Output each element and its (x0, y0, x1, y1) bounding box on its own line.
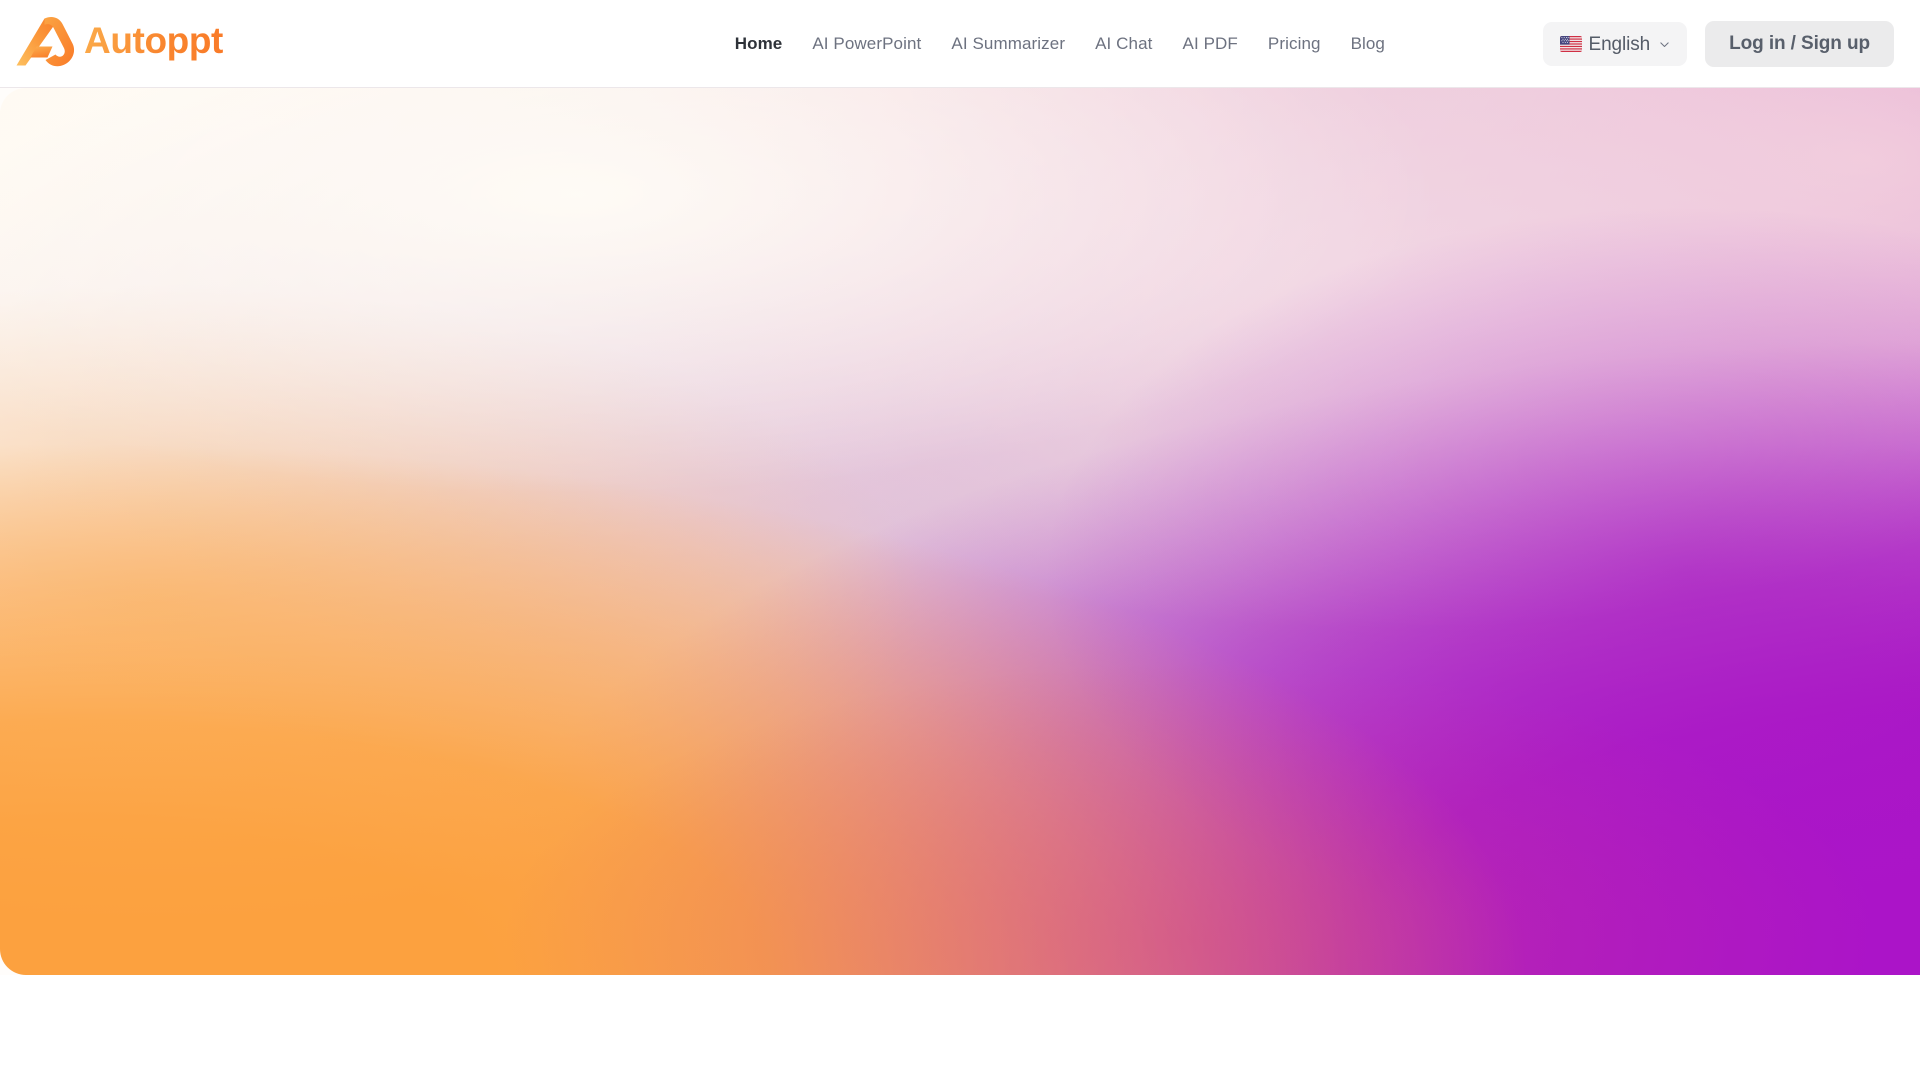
header-actions: English Log in / Sign up (1542, 0, 1894, 88)
hero-mesh-gradient (0, 88, 1920, 975)
nav-item-ai-summarizer[interactable]: AI Summarizer (936, 0, 1080, 88)
language-label: English (1588, 33, 1651, 55)
brand-logo[interactable]: Autoppt (14, 10, 223, 74)
autoppt-a-logo-icon (16, 17, 75, 67)
nav-item-ai-chat[interactable]: AI Chat (1080, 0, 1167, 88)
us-flag-icon (1559, 36, 1582, 52)
main-navigation: Home AI PowerPoint AI Summarizer AI Chat… (720, 0, 1400, 88)
site-header: Autoppt Home AI PowerPoint AI Summarizer… (0, 0, 1920, 88)
page-bottom-spacer (0, 975, 1920, 1080)
nav-item-blog[interactable]: Blog (1336, 0, 1400, 88)
nav-item-ai-pdf[interactable]: AI PDF (1168, 0, 1253, 88)
login-signup-button[interactable]: Log in / Sign up (1705, 21, 1894, 67)
nav-item-ai-powerpoint[interactable]: AI PowerPoint (797, 0, 936, 88)
nav-item-pricing[interactable]: Pricing (1253, 0, 1336, 88)
hero-stage (0, 88, 1920, 975)
brand-name: Autoppt (84, 20, 223, 61)
chevron-down-icon (1660, 41, 1669, 47)
nav-item-home[interactable]: Home (720, 0, 798, 88)
language-selector[interactable]: English (1542, 22, 1688, 66)
